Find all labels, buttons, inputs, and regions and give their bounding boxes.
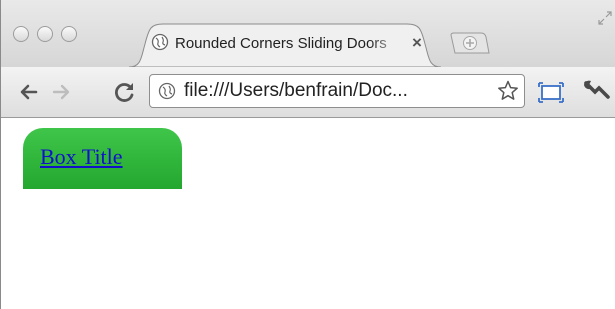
fullscreen-icon[interactable] [597,10,613,26]
back-arrow-icon[interactable] [17,80,41,104]
new-tab-button[interactable] [449,31,491,55]
tab-strip: Rounded Corners Sliding Doors × [1,0,615,68]
new-tab-icon [450,32,490,54]
rounded-box: Box Title [23,128,182,189]
toolbar: file:///Users/benfrain/Doc... [1,67,615,118]
box-title-link[interactable]: Box Title [40,142,123,172]
wrench-icon[interactable] [583,79,610,103]
close-window-button[interactable] [13,26,29,42]
minimize-window-button[interactable] [37,26,53,42]
tab-title-fade [369,32,405,56]
forward-arrow-icon[interactable] [49,80,73,104]
tab-close-icon[interactable]: × [408,33,426,53]
address-bar[interactable]: file:///Users/benfrain/Doc... [149,74,525,108]
browser-window: Rounded Corners Sliding Doors × file:///… [0,0,615,309]
page-content: Box Title [1,118,615,309]
zoom-window-button[interactable] [61,26,77,42]
browser-tab[interactable]: Rounded Corners Sliding Doors × [129,22,441,68]
address-url[interactable]: file:///Users/benfrain/Doc... [184,79,480,103]
page-menu-icon[interactable] [538,79,564,103]
globe-icon [158,82,176,100]
reload-icon[interactable] [113,80,137,104]
star-icon[interactable] [496,79,520,103]
globe-icon [151,33,169,51]
